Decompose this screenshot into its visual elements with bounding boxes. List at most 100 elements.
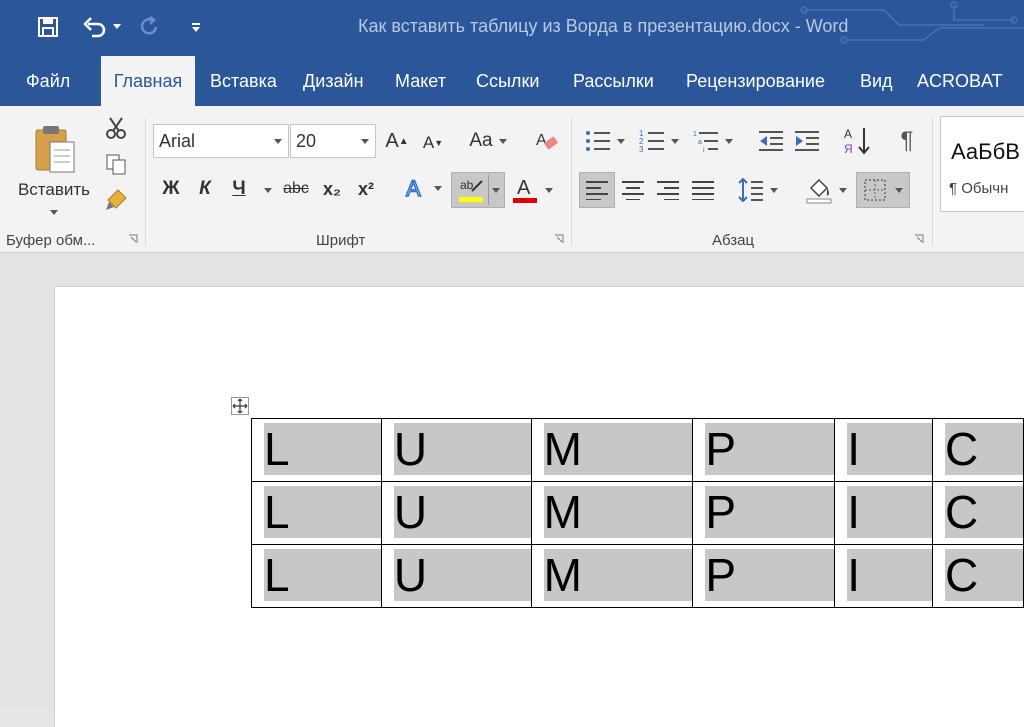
styles-gallery[interactable]: АаБбВ ¶ Обычн bbox=[940, 116, 1024, 212]
subscript-button[interactable]: x₂ bbox=[318, 174, 346, 204]
table-cell[interactable]: C bbox=[932, 544, 1024, 608]
table-cell[interactable]: C bbox=[932, 481, 1024, 545]
font-color-button[interactable]: A bbox=[508, 172, 556, 208]
table-cell[interactable]: M bbox=[530, 544, 694, 608]
italic-button[interactable]: К bbox=[192, 174, 218, 204]
ribbon: Вставить Буфер обм... Arial 20 A ▲ A ▼ Aa … bbox=[0, 106, 1024, 253]
cell-text: M bbox=[543, 486, 693, 538]
table-cell[interactable]: L bbox=[251, 481, 382, 545]
table-cell[interactable]: U bbox=[380, 481, 532, 545]
font-size-value: 20 bbox=[296, 131, 317, 151]
text-effects-button[interactable]: A bbox=[400, 172, 446, 204]
grow-font-button[interactable]: A ▲ bbox=[384, 126, 410, 156]
change-case-button[interactable]: Aa bbox=[464, 126, 512, 156]
bullets-dropdown-icon bbox=[617, 138, 625, 144]
underline-button[interactable]: Ч bbox=[226, 174, 252, 204]
table-cell[interactable]: U bbox=[380, 418, 532, 482]
table-cell[interactable]: L bbox=[251, 544, 382, 608]
table-cell[interactable]: P bbox=[692, 481, 836, 545]
svg-text:А: А bbox=[844, 127, 852, 141]
svg-text:ab: ab bbox=[460, 178, 474, 192]
numbering-dropdown-icon bbox=[671, 138, 679, 144]
paragraph-launcher-icon[interactable] bbox=[914, 234, 924, 244]
table-cell[interactable]: I bbox=[834, 418, 934, 482]
table-cell[interactable]: M bbox=[530, 481, 694, 545]
bold-button[interactable]: Ж bbox=[158, 174, 184, 204]
cell-text: L bbox=[264, 486, 381, 538]
change-case-label: Aa bbox=[469, 130, 493, 151]
increase-indent-icon[interactable] bbox=[792, 126, 822, 156]
customize-toolbar-icon[interactable] bbox=[188, 18, 204, 36]
tab-view[interactable]: Вид bbox=[860, 56, 893, 106]
shrink-font-button[interactable]: A ▼ bbox=[420, 128, 446, 158]
table-cell[interactable]: L bbox=[251, 418, 382, 482]
undo-dropdown-icon[interactable] bbox=[112, 22, 122, 32]
paste-dropdown-icon[interactable] bbox=[50, 209, 58, 215]
table-cell[interactable]: C bbox=[932, 418, 1024, 482]
svg-text:A: A bbox=[517, 177, 531, 199]
clipboard-launcher-icon[interactable] bbox=[128, 234, 138, 244]
decrease-indent-icon[interactable] bbox=[756, 126, 786, 156]
tab-layout[interactable]: Макет bbox=[395, 56, 446, 106]
ribbon-tabs: Файл Главная Вставка Дизайн Макет Ссылки… bbox=[0, 56, 1024, 106]
bullets-button[interactable] bbox=[582, 126, 628, 156]
justify-icon[interactable] bbox=[687, 172, 719, 208]
font-group-label: Шрифт bbox=[316, 232, 366, 249]
superscript-button[interactable]: x² bbox=[352, 174, 380, 204]
borders-button[interactable] bbox=[856, 172, 910, 208]
undo-icon[interactable] bbox=[80, 14, 110, 40]
tab-insert[interactable]: Вставка bbox=[210, 56, 277, 106]
underline-dropdown-icon[interactable] bbox=[264, 188, 272, 193]
tab-home[interactable]: Главная bbox=[101, 56, 195, 106]
svg-text:A: A bbox=[406, 176, 421, 201]
text-effects-dropdown-icon bbox=[434, 185, 442, 191]
cell-text: P bbox=[705, 549, 835, 601]
align-right-icon[interactable] bbox=[652, 172, 684, 208]
show-formatting-marks-icon[interactable]: ¶ bbox=[892, 124, 922, 158]
cell-text: I bbox=[847, 549, 933, 601]
table-cell[interactable]: M bbox=[530, 418, 694, 482]
highlight-icon: ab bbox=[459, 178, 483, 202]
cell-text: C bbox=[945, 423, 1023, 475]
format-painter-icon[interactable] bbox=[102, 186, 130, 214]
save-icon[interactable] bbox=[36, 15, 60, 39]
copy-icon[interactable] bbox=[102, 150, 130, 178]
document-table[interactable]: L U M P I C L U M P I C L U M P I C bbox=[251, 418, 1024, 608]
sort-icon[interactable]: АЯ bbox=[842, 124, 872, 158]
multilevel-list-button[interactable]: 1ai bbox=[690, 126, 736, 156]
line-spacing-button[interactable] bbox=[734, 172, 782, 208]
numbering-button[interactable]: 123 bbox=[636, 126, 682, 156]
tab-design[interactable]: Дизайн bbox=[303, 56, 364, 106]
style-normal-label: ¶ Обычн bbox=[949, 180, 1009, 197]
table-cell[interactable]: I bbox=[834, 481, 934, 545]
table-cell[interactable]: I bbox=[834, 544, 934, 608]
shading-button[interactable] bbox=[800, 172, 852, 208]
font-name-dropdown-icon[interactable] bbox=[274, 139, 282, 144]
tab-review[interactable]: Рецензирование bbox=[686, 56, 825, 106]
multilevel-list-icon: 1ai bbox=[693, 131, 718, 153]
table-cell[interactable]: U bbox=[380, 544, 532, 608]
clear-formatting-icon[interactable]: A bbox=[532, 126, 562, 156]
tab-references[interactable]: Ссылки bbox=[476, 56, 539, 106]
font-size-dropdown-icon[interactable] bbox=[361, 139, 369, 144]
multilevel-list-dropdown-icon bbox=[725, 138, 733, 144]
table-move-handle[interactable] bbox=[231, 397, 249, 415]
tab-file[interactable]: Файл bbox=[26, 56, 70, 106]
paste-button[interactable]: Вставить bbox=[14, 114, 94, 224]
highlight-button[interactable]: ab bbox=[451, 172, 505, 208]
cell-text: I bbox=[847, 486, 933, 538]
font-size-combo[interactable]: 20 bbox=[290, 124, 376, 158]
align-left-icon[interactable] bbox=[579, 172, 615, 208]
svg-text:3: 3 bbox=[639, 145, 644, 153]
table-cell[interactable]: P bbox=[692, 544, 836, 608]
cut-icon[interactable] bbox=[102, 114, 130, 142]
strikethrough-button[interactable]: abc bbox=[280, 174, 312, 204]
paste-label: Вставить bbox=[17, 179, 91, 199]
align-center-icon[interactable] bbox=[617, 172, 649, 208]
numbering-icon: 123 bbox=[639, 129, 664, 153]
tab-mailings[interactable]: Рассылки bbox=[573, 56, 654, 106]
tab-acrobat[interactable]: ACROBAT bbox=[917, 56, 1003, 106]
font-name-combo[interactable]: Arial bbox=[153, 124, 289, 158]
table-cell[interactable]: P bbox=[692, 418, 836, 482]
font-launcher-icon[interactable] bbox=[554, 234, 564, 244]
